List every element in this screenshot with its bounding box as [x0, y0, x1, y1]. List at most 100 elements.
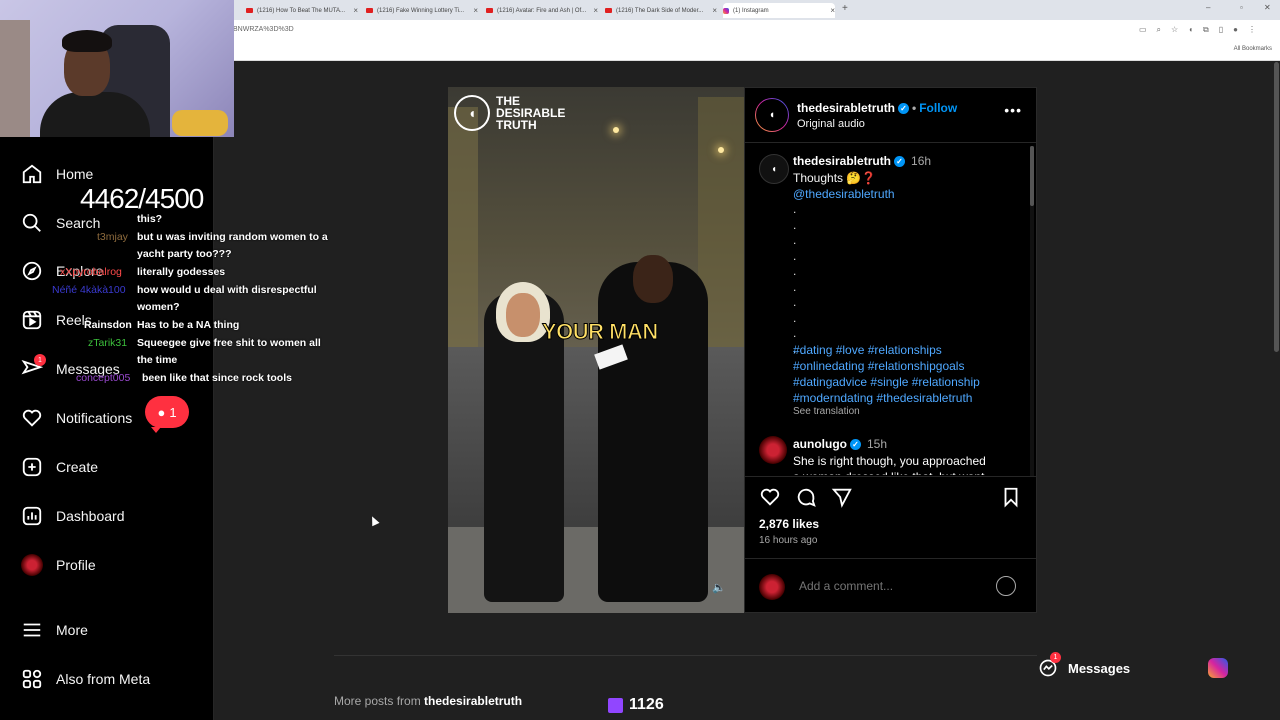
extensions-icon[interactable]: ⧉	[1203, 25, 1209, 35]
messenger-icon: 1	[20, 354, 46, 381]
new-tab-button[interactable]: +	[842, 3, 848, 14]
chat-username: zTarik31	[88, 337, 128, 349]
browser-tab[interactable]: (1216) How To Beat The MUTA... ×	[246, 3, 358, 18]
likes-count[interactable]: 2,876 likes	[759, 517, 819, 531]
verified-icon: ✓	[850, 439, 861, 451]
author-avatar[interactable]: ◖	[755, 98, 789, 132]
star-icon[interactable]: ☆	[1171, 25, 1178, 35]
more-posts-user[interactable]: thedesirabletruth	[424, 694, 522, 708]
all-bookmarks[interactable]: All Bookmarks	[1234, 46, 1272, 52]
sidebar-item-label: Search	[56, 215, 101, 231]
tab-label: (1) Instagram	[733, 7, 769, 14]
follow-button[interactable]: Follow	[919, 101, 957, 115]
brand-logo-icon: ◖	[454, 95, 490, 131]
comment-avatar[interactable]	[759, 436, 787, 464]
instagram-icon[interactable]	[1208, 658, 1228, 678]
mention-link[interactable]: @thedesirabletruth	[793, 187, 895, 201]
page-scrollbar[interactable]	[1274, 62, 1279, 352]
close-icon[interactable]: ×	[708, 6, 717, 15]
search-icon	[20, 211, 44, 235]
browser-tab[interactable]: (1216) Avatar: Fire and Ash | Of... ×	[486, 3, 598, 18]
home-icon	[20, 162, 44, 186]
street-light	[613, 127, 619, 133]
profile-icon[interactable]: ●	[1233, 25, 1238, 35]
chat-message: been like that since rock tools	[142, 372, 292, 384]
youtube-icon	[246, 8, 253, 13]
sidebar-icon[interactable]: ▯	[1219, 25, 1223, 35]
comment-username[interactable]: aunolugo	[793, 437, 847, 451]
verified-icon: ✓	[898, 103, 910, 115]
sidebar-item-reels[interactable]: Reels	[20, 307, 92, 333]
separator-dot: •	[912, 101, 917, 115]
messages-floating-button[interactable]: 1 Messages	[1038, 652, 1198, 684]
video-brand: ◖ THE DESIRABLE TRUTH	[454, 95, 586, 131]
notification-count: 1	[169, 404, 177, 420]
sidebar-item-meta[interactable]: Also from Meta	[20, 666, 150, 692]
sidebar-item-more[interactable]: More	[20, 617, 88, 643]
volume-icon[interactable]: 🔈	[712, 581, 726, 594]
caption-avatar[interactable]: ◖	[759, 154, 789, 184]
maximize-icon[interactable]: ▫	[1240, 3, 1243, 12]
chat-username: Néñé 4kàkà100	[52, 284, 126, 296]
chat-message: this?	[137, 213, 163, 225]
share-icon[interactable]	[831, 486, 853, 508]
youtube-icon	[486, 8, 493, 13]
emoji-icon[interactable]	[996, 576, 1016, 596]
browser-tab[interactable]: (1216) Fake Winning Lottery Ti... ×	[366, 3, 478, 18]
reels-icon	[20, 308, 44, 332]
like-icon[interactable]	[759, 486, 781, 508]
comment-icon[interactable]	[795, 486, 817, 508]
compass-icon	[20, 259, 44, 283]
chat-message: how would u deal with disrespectful wome…	[137, 284, 317, 313]
hashtags[interactable]: #dating #love #relationships #onlinedati…	[793, 342, 1003, 406]
street-light	[718, 147, 724, 153]
close-icon[interactable]: ×	[349, 6, 358, 15]
scrollbar-thumb[interactable]	[1030, 146, 1034, 206]
twitch-viewer-count: 1126	[608, 696, 664, 714]
sidebar-item-label: Notifications	[56, 410, 133, 426]
sidebar-item-notifications[interactable]: Notifications	[20, 405, 132, 431]
comments-scrollbar[interactable]	[1030, 146, 1034, 476]
person-icon: ●	[157, 404, 166, 420]
zoom-icon[interactable]: ⌕	[1157, 25, 1161, 35]
browser-tab[interactable]: (1216) The Dark Side of Moder... ×	[605, 3, 717, 18]
sound-icon[interactable]: ◖	[1188, 25, 1193, 35]
bookmark-icon[interactable]	[1000, 486, 1022, 508]
caption-header: thedesirabletruth ✓ 16h	[793, 154, 931, 168]
cast-icon[interactable]: ▭	[1139, 25, 1147, 35]
caption-username[interactable]: thedesirabletruth	[793, 154, 891, 168]
reel-video[interactable]: ◖ THE DESIRABLE TRUTH YOUR MAN 🔈	[448, 87, 744, 613]
url-text[interactable]: BNWRZA%3D%3D	[233, 26, 294, 33]
post-time: 16 hours ago	[759, 535, 818, 546]
streamer-body	[40, 92, 150, 137]
username-link[interactable]: thedesirabletruth	[797, 101, 895, 115]
close-icon[interactable]: ×	[826, 6, 835, 15]
add-comment-input[interactable]	[797, 578, 981, 594]
browser-tab-active[interactable]: (1) Instagram ×	[723, 3, 835, 18]
close-icon[interactable]: ×	[469, 6, 478, 15]
more-options-icon[interactable]: •••	[1004, 102, 1022, 118]
messenger-icon: 1	[1038, 652, 1061, 678]
more-posts-heading: More posts from thedesirabletruth	[334, 694, 522, 708]
see-translation-link[interactable]: See translation	[793, 406, 860, 417]
minimize-icon[interactable]: –	[1206, 3, 1210, 12]
sidebar-item-profile[interactable]: Profile	[20, 552, 96, 578]
post-actions	[759, 486, 853, 508]
messages-badge: 1	[34, 354, 46, 366]
chat-message: Has to be a NA thing	[137, 319, 240, 331]
audio-link[interactable]: Original audio	[797, 118, 865, 130]
caption-body: Thoughts 🤔❓	[793, 171, 877, 185]
window-close-icon[interactable]: ✕	[1264, 3, 1271, 12]
video-caption: YOUR MAN	[542, 319, 659, 345]
comment-text: She is right though, you approached a wo…	[793, 454, 986, 475]
notification-popup-badge[interactable]: ● 1	[145, 396, 189, 433]
caption-dots: . . . . . . . . . .	[793, 202, 797, 356]
interviewer	[598, 262, 708, 602]
brand-text: THE DESIRABLE TRUTH	[496, 94, 566, 132]
sidebar-item-dashboard[interactable]: Dashboard	[20, 503, 125, 529]
sidebar-item-label: Dashboard	[56, 508, 125, 524]
menu-dots-icon[interactable]: ⋮	[1248, 25, 1256, 35]
sidebar-item-create[interactable]: Create	[20, 454, 98, 480]
close-icon[interactable]: ×	[589, 6, 598, 15]
interviewer-head	[633, 255, 673, 303]
